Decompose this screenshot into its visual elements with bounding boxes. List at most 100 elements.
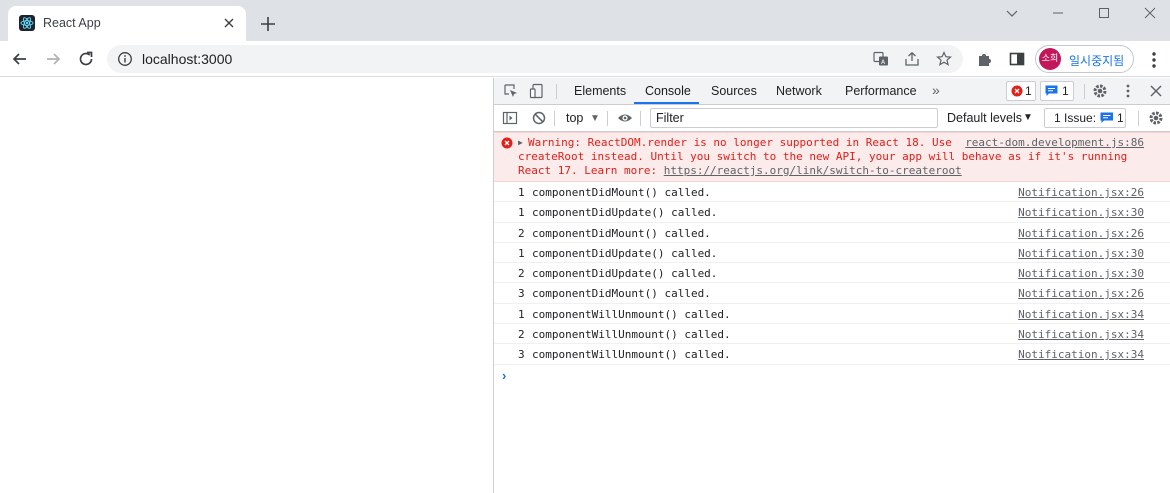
react-favicon-icon — [19, 15, 35, 31]
log-row[interactable]: 1 componentDidMount() called. Notification… — [494, 182, 1170, 203]
issue-message-icon — [1100, 112, 1114, 124]
sidebar-toggle-icon[interactable] — [502, 110, 518, 126]
message-icon — [1045, 85, 1058, 97]
bookmark-star-icon[interactable] — [936, 51, 952, 67]
log-text: componentWillUnmount() called. — [532, 328, 731, 342]
error-count-badge[interactable]: 1 — [1006, 81, 1036, 101]
levels-dropdown-icon[interactable]: ▼ — [1023, 112, 1033, 123]
log-source-link[interactable]: Notification.jsx:34 — [1018, 328, 1144, 341]
message-count-badge[interactable]: 1 — [1040, 81, 1074, 101]
issues-button[interactable]: 1 Issue: 1 — [1044, 108, 1126, 128]
log-text: componentDidUpdate() called. — [532, 246, 718, 260]
error-learn-more-link[interactable]: https://reactjs.org/link/switch-to-creat… — [664, 164, 962, 177]
extensions-icon[interactable] — [975, 49, 995, 69]
console-filter-bar: top ▼ Default levels ▼ 1 Issue: 1 — [494, 105, 1170, 132]
log-text: componentWillUnmount() called. — [532, 307, 731, 321]
address-bar[interactable]: localhost:3000 A — [107, 45, 963, 73]
tab-network[interactable]: Network — [776, 84, 822, 98]
tab-console[interactable]: Console — [645, 84, 691, 98]
error-text-line2: createRoot instead. Until you switch to … — [518, 150, 1128, 163]
log-row[interactable]: 2 componentWillUnmount() called. Notificat… — [494, 324, 1170, 345]
translate-icon[interactable]: A — [873, 51, 889, 67]
tab-elements[interactable]: Elements — [574, 84, 626, 98]
window-close-icon[interactable] — [1141, 5, 1159, 21]
kebab-menu-icon[interactable] — [1146, 50, 1162, 70]
log-text: componentWillUnmount() called. — [532, 348, 731, 362]
page-viewport[interactable] — [0, 78, 493, 493]
profile-button[interactable]: 소희 일시중지됨 — [1035, 45, 1134, 73]
avatar: 소희 — [1039, 48, 1061, 70]
log-row[interactable]: 1 componentWillUnmount() called. Notificat… — [494, 304, 1170, 325]
more-tabs-chevron-icon[interactable]: » — [932, 82, 940, 98]
log-list: 1 componentDidMount() called. Notification… — [494, 182, 1170, 365]
log-row[interactable]: 3 componentWillUnmount() called. Notificat… — [494, 344, 1170, 365]
console-error-message[interactable]: ▶ Warning: ReactDOM.render is no longer … — [494, 132, 1170, 182]
log-source-link[interactable]: Notification.jsx:34 — [1018, 308, 1144, 321]
settings-icon[interactable] — [1092, 83, 1108, 99]
log-count: 3 — [518, 287, 525, 301]
log-text: componentDidMount() called. — [532, 186, 711, 199]
log-row[interactable]: 1 componentDidUpdate() called. Notificatio… — [494, 202, 1170, 223]
log-count: 2 — [518, 267, 525, 281]
toolbar-divider — [554, 111, 555, 126]
forward-icon[interactable] — [43, 49, 63, 69]
log-row[interactable]: 1 componentDidUpdate() called. Notificatio… — [494, 243, 1170, 264]
toolbar-divider — [556, 84, 557, 99]
browser-tab[interactable]: React App — [8, 6, 246, 41]
error-icon — [1011, 85, 1023, 97]
log-text: componentDidUpdate() called. — [532, 267, 718, 281]
active-tab-indicator — [634, 102, 699, 104]
console-prompt[interactable]: › — [494, 365, 1170, 385]
title-bar: React App — [0, 0, 1170, 41]
new-tab-plus-icon[interactable] — [258, 14, 278, 34]
log-row[interactable]: 2 componentDidUpdate() called. Notificatio… — [494, 263, 1170, 284]
kebab-icon[interactable] — [1120, 83, 1136, 99]
log-source-link[interactable]: Notification.jsx:30 — [1018, 247, 1144, 260]
toolbar-divider — [1084, 84, 1085, 99]
devtools-panel: Elements Console Sources Network Perform… — [494, 78, 1170, 493]
inspect-icon[interactable] — [503, 83, 519, 99]
context-selector[interactable]: top — [566, 111, 583, 125]
log-count: 1 — [518, 206, 525, 220]
devtools-close-icon[interactable] — [1148, 83, 1164, 99]
expand-triangle-icon[interactable]: ▶ — [518, 138, 523, 147]
toolbar-divider — [1138, 111, 1139, 126]
sidepanel-icon[interactable] — [1007, 49, 1027, 69]
tab-search-chevron-icon[interactable] — [1003, 5, 1021, 21]
log-row[interactable]: 2 componentDidMount() called. Notification… — [494, 223, 1170, 243]
clear-console-icon[interactable] — [531, 110, 547, 126]
error-icon — [501, 137, 513, 149]
log-count: 2 — [518, 226, 525, 240]
filter-input[interactable] — [650, 108, 938, 128]
back-icon[interactable] — [10, 49, 30, 69]
log-count: 1 — [518, 307, 525, 321]
url-text: localhost:3000 — [142, 51, 233, 67]
maximize-icon[interactable] — [1095, 5, 1113, 21]
info-icon[interactable] — [117, 51, 133, 67]
console-settings-icon[interactable] — [1148, 110, 1164, 126]
minimize-icon[interactable] — [1049, 5, 1067, 21]
log-source-link[interactable]: Notification.jsx:30 — [1018, 206, 1144, 219]
error-source-link[interactable]: react-dom.development.js:86 — [965, 136, 1144, 149]
toolbar-divider — [607, 111, 608, 126]
log-source-link[interactable]: Notification.jsx:30 — [1018, 267, 1144, 280]
log-source-link[interactable]: Notification.jsx:26 — [1018, 287, 1144, 300]
tab-performance[interactable]: Performance — [845, 84, 917, 98]
log-count: 1 — [518, 186, 525, 199]
tab-close-icon[interactable] — [220, 14, 238, 32]
share-icon[interactable] — [904, 51, 920, 67]
eye-icon[interactable] — [617, 110, 633, 126]
address-toolbar: localhost:3000 A 소희 일시중지됨 — [0, 41, 1170, 77]
log-row[interactable]: 3 componentDidMount() called. Notification… — [494, 283, 1170, 304]
context-dropdown-icon[interactable]: ▼ — [590, 113, 600, 124]
log-source-link[interactable]: Notification.jsx:34 — [1018, 348, 1144, 361]
reload-icon[interactable] — [76, 49, 96, 69]
log-levels-dropdown[interactable]: Default levels — [947, 111, 1022, 125]
log-source-link[interactable]: Notification.jsx:26 — [1018, 186, 1144, 199]
toolbar-divider — [640, 111, 641, 126]
tab-sources[interactable]: Sources — [711, 84, 757, 98]
log-source-link[interactable]: Notification.jsx:26 — [1018, 227, 1144, 240]
log-text: componentDidUpdate() called. — [532, 206, 718, 220]
device-toolbar-icon[interactable] — [529, 83, 545, 99]
error-text-line3: React 17. Learn more: https://reactjs.or… — [518, 164, 962, 177]
